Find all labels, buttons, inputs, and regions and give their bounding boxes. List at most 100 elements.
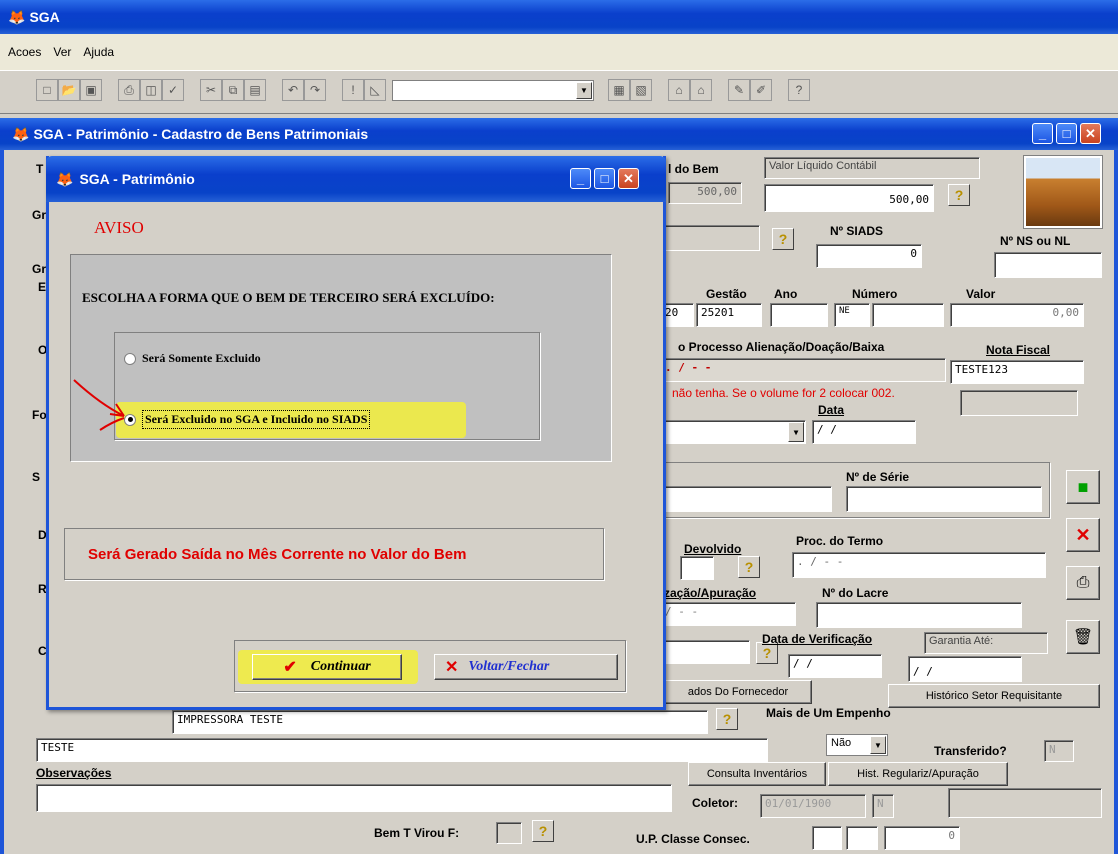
siads-field[interactable]: 0: [816, 244, 922, 268]
lacre-field[interactable]: [816, 602, 1022, 628]
open-icon[interactable]: 📂: [58, 79, 80, 101]
devolvido-field[interactable]: [680, 556, 714, 580]
copy-icon[interactable]: ⧉: [222, 79, 244, 101]
bem-virou-field[interactable]: [496, 822, 522, 844]
dialog-maximize-icon[interactable]: □: [594, 168, 615, 189]
label-gr1: Gr: [32, 208, 47, 222]
apuracao-field[interactable]: / - -: [660, 602, 796, 626]
coletor-date-field[interactable]: 01/01/1900: [760, 794, 866, 818]
menu-bar: Acoes Ver Ajuda: [0, 34, 1118, 70]
c-field[interactable]: [660, 640, 750, 664]
historico-button[interactable]: Histórico Setor Requisitante: [888, 684, 1100, 708]
hist-regulariz-button[interactable]: Hist. Regulariz/Apuração: [828, 762, 1008, 786]
impressora-help-button[interactable]: ?: [716, 708, 738, 730]
label-ano: Ano: [774, 287, 798, 301]
spell-icon[interactable]: ✓: [162, 79, 184, 101]
data-field[interactable]: / /: [812, 420, 916, 444]
garantia-field[interactable]: / /: [908, 656, 1022, 682]
coletor-extra-field: [948, 788, 1102, 818]
menu-ajuda[interactable]: Ajuda: [83, 45, 114, 59]
save-green-button[interactable]: ■: [1066, 470, 1100, 504]
minimize-icon[interactable]: _: [1032, 123, 1053, 144]
label-data-verif: Data de Verificação: [762, 632, 873, 646]
preview-icon[interactable]: ◫: [140, 79, 162, 101]
form-icon[interactable]: ▦: [608, 79, 630, 101]
edit-icon[interactable]: ✐: [750, 79, 772, 101]
chevron-down-icon[interactable]: ▼: [788, 422, 804, 442]
option2-radio[interactable]: Será Excluido no SGA e Incluido no SIADS: [124, 410, 371, 429]
undo-icon[interactable]: ↶: [282, 79, 304, 101]
bem-virou-help-button[interactable]: ?: [532, 820, 554, 842]
report-icon[interactable]: ▧: [630, 79, 652, 101]
proc-termo-field[interactable]: . / - -: [792, 552, 1046, 578]
new-icon[interactable]: □: [36, 79, 58, 101]
label-e: E: [38, 280, 47, 294]
dialog-close-icon[interactable]: ✕: [618, 168, 639, 189]
menu-acoes[interactable]: Acoes: [8, 45, 41, 59]
transferido-field[interactable]: N: [1044, 740, 1074, 762]
devolvido-help-button[interactable]: ?: [738, 556, 760, 578]
left-serie-field[interactable]: [660, 486, 832, 512]
label-bem-virou: Bem T Virou F:: [374, 826, 460, 840]
data-verif-field[interactable]: / /: [788, 654, 882, 678]
numero-field[interactable]: [872, 303, 944, 327]
exclamation-icon[interactable]: !: [342, 79, 364, 101]
save-icon[interactable]: ▣: [80, 79, 102, 101]
red-arrow-annotation: [73, 379, 125, 431]
delete-red-button[interactable]: ✕: [1066, 518, 1100, 552]
serie-field[interactable]: [846, 486, 1042, 512]
up-field[interactable]: [812, 826, 842, 850]
redo-icon[interactable]: ↷: [304, 79, 326, 101]
label-numero: Número: [852, 287, 898, 301]
valor-help-button[interactable]: ?: [948, 184, 970, 206]
cut-icon[interactable]: ✂: [200, 79, 222, 101]
inventarios-button[interactable]: Consulta Inventários: [688, 762, 826, 786]
valor-bem-field[interactable]: 500,00: [668, 182, 742, 204]
consec-field[interactable]: 0: [884, 826, 960, 850]
classe-field[interactable]: [846, 826, 878, 850]
processo-field[interactable]: . / - -: [660, 358, 946, 382]
nao-select[interactable]: Não ▼: [826, 734, 888, 756]
print-button[interactable]: ⎙: [1066, 566, 1100, 600]
label-serie: Nº de Série: [846, 470, 910, 484]
ano-field[interactable]: [770, 303, 828, 327]
label-coletor: Coletor:: [692, 796, 738, 810]
tool-icon[interactable]: ✎: [728, 79, 750, 101]
grupo-help-button[interactable]: ?: [772, 228, 794, 250]
close-dialog-button[interactable]: ✕ Voltar/Fechar: [434, 654, 618, 680]
ns-nl-field[interactable]: [994, 252, 1102, 278]
building2-icon[interactable]: ⌂: [690, 79, 712, 101]
gestao-field[interactable]: 25201: [696, 303, 762, 327]
trash-button[interactable]: 🗑: [1066, 620, 1100, 654]
option1-radio[interactable]: Será Somente Excluido: [124, 351, 261, 366]
coletor-flag-field[interactable]: N: [872, 794, 894, 818]
close-icon[interactable]: ✕: [1080, 123, 1101, 144]
label-nota-fiscal: Nota Fiscal: [986, 343, 1051, 357]
combo-field[interactable]: ▼: [660, 420, 806, 444]
chart-icon[interactable]: ◺: [364, 79, 386, 101]
chevron-down-icon[interactable]: ▼: [870, 736, 886, 754]
nota-fiscal-field[interactable]: TESTE123: [950, 360, 1084, 384]
observacoes-field[interactable]: [36, 784, 672, 812]
valor-liquido-field[interactable]: 500,00: [764, 184, 934, 212]
label-processo: o Processo Alienação/Doação/Baixa: [678, 340, 885, 354]
continue-button[interactable]: ✔ Continuar: [252, 654, 402, 680]
option1-label: Será Somente Excluido: [142, 351, 261, 365]
help-icon[interactable]: ?: [788, 79, 810, 101]
ne-field[interactable]: NE: [834, 303, 870, 327]
print-icon[interactable]: ⎙: [118, 79, 140, 101]
fornecedor-button[interactable]: ados Do Fornecedor: [664, 680, 812, 704]
impressora-field[interactable]: IMPRESSORA TESTE: [172, 710, 708, 734]
building-icon[interactable]: ⌂: [668, 79, 690, 101]
chevron-down-icon[interactable]: ▼: [576, 82, 592, 99]
valor-field[interactable]: 0,00: [950, 303, 1084, 327]
teste-field[interactable]: TESTE: [36, 738, 768, 762]
dialog-minimize-icon[interactable]: _: [570, 168, 591, 189]
maximize-icon[interactable]: □: [1056, 123, 1077, 144]
toolbar-combo[interactable]: ▼: [392, 80, 594, 101]
menu-ver[interactable]: Ver: [53, 45, 71, 59]
dialog-title: SGA - Patrimônio: [79, 171, 195, 187]
paste-icon[interactable]: ▤: [244, 79, 266, 101]
label-mais-empenho: Mais de Um Empenho: [766, 706, 891, 720]
x-icon: ✕: [445, 659, 459, 676]
